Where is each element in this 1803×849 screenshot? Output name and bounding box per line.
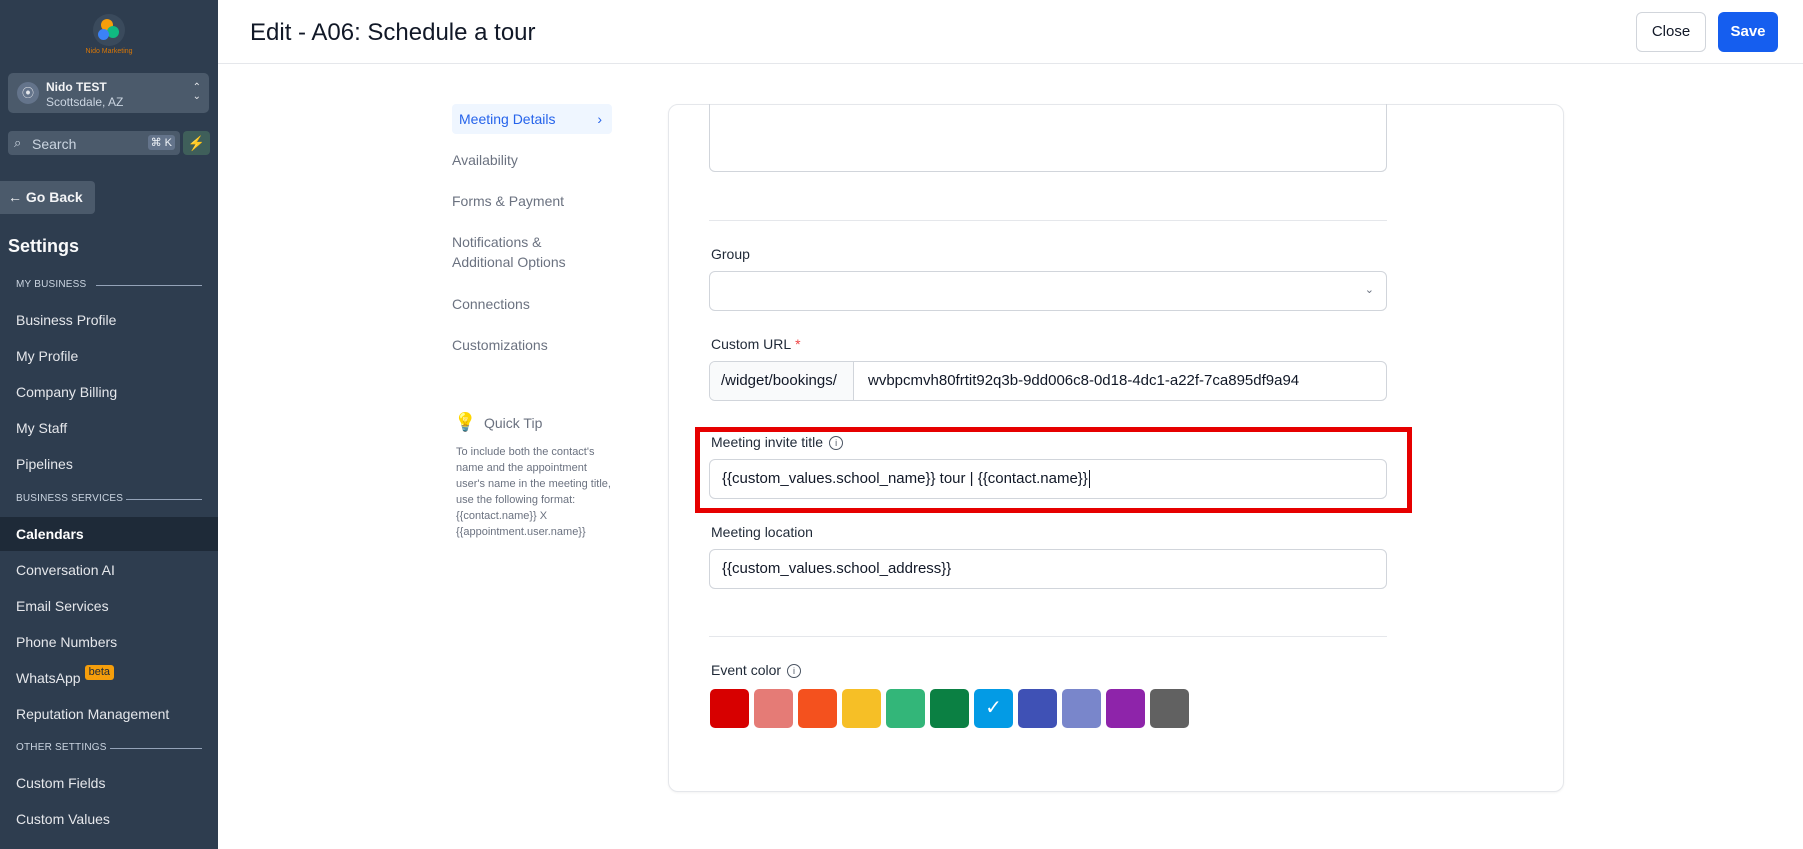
color-swatch[interactable] bbox=[886, 689, 925, 728]
sidebar-item-my-profile[interactable]: My Profile bbox=[0, 339, 218, 373]
section-divider bbox=[126, 499, 202, 500]
custom-url-input[interactable]: wvbpcmvh80frtit92q3b-9dd006c8-0d18-4dc1-… bbox=[868, 362, 1299, 400]
beta-badge: beta bbox=[84, 665, 115, 680]
meeting-invite-title-label: Meeting invite title i bbox=[711, 434, 844, 451]
section-label-my-business: MY BUSINESS bbox=[16, 279, 87, 290]
tab-forms-payment[interactable]: Forms & Payment bbox=[452, 191, 564, 211]
save-button[interactable]: Save bbox=[1718, 12, 1778, 52]
sidebar-item-email-services[interactable]: Email Services bbox=[0, 589, 218, 623]
tab-notifications[interactable]: Notifications & Additional Options bbox=[452, 232, 592, 272]
quick-tip-body: To include both the contact's name and t… bbox=[456, 446, 611, 538]
section-divider bbox=[96, 285, 202, 286]
sidebar-item-whatsapp[interactable]: WhatsApp beta bbox=[0, 661, 218, 695]
event-color-label: Event color i bbox=[711, 662, 802, 679]
search-placeholder: Search bbox=[32, 136, 77, 152]
section-divider bbox=[709, 636, 1387, 637]
required-mark: * bbox=[795, 336, 801, 352]
meeting-location-input[interactable]: {{custom_values.school_address}} bbox=[709, 549, 1387, 589]
quick-actions-bolt-icon[interactable]: ⚡ bbox=[183, 131, 210, 155]
meeting-invite-title-label-text: Meeting invite title bbox=[711, 434, 824, 450]
tab-customizations[interactable]: Customizations bbox=[452, 335, 548, 355]
meeting-location-label: Meeting location bbox=[711, 524, 813, 540]
account-location: Scottsdale, AZ bbox=[46, 95, 124, 109]
chevron-down-icon: ⌄ bbox=[1364, 284, 1374, 296]
group-select[interactable]: ⌄ bbox=[709, 271, 1387, 311]
search-icon: ⌕ bbox=[14, 135, 22, 150]
color-swatch[interactable] bbox=[1150, 689, 1189, 728]
sidebar-item-company-billing[interactable]: Company Billing bbox=[0, 375, 218, 409]
tab-meeting-details[interactable]: Meeting Details › bbox=[452, 104, 612, 134]
section-label-other-settings: OTHER SETTINGS bbox=[16, 742, 107, 753]
color-swatch[interactable] bbox=[1106, 689, 1145, 728]
custom-url-field[interactable]: /widget/bookings/ wvbpcmvh80frtit92q3b-9… bbox=[709, 361, 1387, 401]
group-label: Group bbox=[711, 246, 750, 262]
settings-title: Settings bbox=[8, 236, 80, 256]
event-color-label-text: Event color bbox=[711, 662, 782, 678]
color-swatch[interactable] bbox=[710, 689, 749, 728]
sidebar-item-pipelines[interactable]: Pipelines bbox=[0, 447, 218, 481]
meeting-invite-title-input[interactable]: {{custom_values.school_name}} tour | {{c… bbox=[709, 459, 1387, 499]
color-swatch[interactable] bbox=[842, 689, 881, 728]
color-swatch[interactable]: ✓ bbox=[974, 689, 1013, 728]
color-swatch[interactable] bbox=[754, 689, 793, 728]
page-title: Edit - A06: Schedule a tour bbox=[250, 19, 536, 46]
go-back-button[interactable]: ← Go Back bbox=[0, 181, 95, 214]
custom-url-label-text: Custom URL bbox=[711, 336, 792, 352]
close-button[interactable]: Close bbox=[1636, 12, 1706, 52]
logo-text: Nido Marketing bbox=[85, 48, 133, 55]
arrow-left-icon: ← bbox=[8, 189, 22, 205]
check-icon: ✓ bbox=[985, 697, 1002, 719]
sidebar-item-label: WhatsApp bbox=[16, 670, 81, 686]
company-logo: Nido Marketing bbox=[80, 14, 138, 60]
meeting-invite-title-value: {{custom_values.school_name}} tour | {{c… bbox=[722, 470, 1088, 487]
sidebar-item-phone-numbers[interactable]: Phone Numbers bbox=[0, 625, 218, 659]
sidebar-item-custom-values[interactable]: Custom Values bbox=[0, 802, 218, 836]
sidebar-item-reputation-management[interactable]: Reputation Management bbox=[0, 697, 218, 731]
sidebar-item-business-profile[interactable]: Business Profile bbox=[0, 303, 218, 337]
location-icon: ⦿ bbox=[17, 82, 39, 104]
section-divider bbox=[709, 220, 1387, 221]
info-icon[interactable]: i bbox=[829, 436, 844, 451]
sidebar: Nido Marketing ⦿ Nido TEST Scottsdale, A… bbox=[0, 0, 218, 849]
custom-url-prefix: /widget/bookings/ bbox=[710, 362, 854, 400]
color-swatch[interactable] bbox=[1062, 689, 1101, 728]
page-header: Edit - A06: Schedule a tour Close Save bbox=[218, 0, 1803, 64]
description-textarea[interactable] bbox=[709, 104, 1387, 172]
go-back-label: Go Back bbox=[25, 189, 83, 205]
quick-tip-title: Quick Tip bbox=[484, 415, 543, 431]
chevron-right-icon: › bbox=[597, 111, 602, 127]
color-swatch[interactable] bbox=[930, 689, 969, 728]
section-label-business-services: BUSINESS SERVICES bbox=[16, 493, 124, 504]
custom-url-label: Custom URL * bbox=[711, 336, 801, 352]
sidebar-item-custom-fields[interactable]: Custom Fields bbox=[0, 766, 218, 800]
color-swatch[interactable] bbox=[798, 689, 837, 728]
search-input[interactable]: ⌕ Search ⌘ K bbox=[8, 131, 180, 155]
logo-mark bbox=[93, 14, 125, 46]
text-caret bbox=[1088, 470, 1090, 489]
account-name: Nido TEST bbox=[46, 80, 107, 94]
section-divider bbox=[110, 748, 202, 749]
sidebar-item-my-staff[interactable]: My Staff bbox=[0, 411, 218, 445]
search-shortcut: ⌘ K bbox=[147, 135, 175, 150]
lightbulb-icon: 💡 bbox=[454, 412, 477, 432]
tab-connections[interactable]: Connections bbox=[452, 294, 530, 314]
tab-label: Meeting Details bbox=[459, 111, 556, 127]
account-switcher[interactable]: ⦿ Nido TEST Scottsdale, AZ ⌃ ⌄ bbox=[8, 73, 209, 113]
info-icon[interactable]: i bbox=[787, 664, 802, 679]
color-swatch[interactable] bbox=[1018, 689, 1057, 728]
chevron-up-down-icon: ⌃ ⌄ bbox=[192, 82, 201, 102]
sidebar-item-calendars[interactable]: Calendars bbox=[0, 517, 218, 551]
sidebar-item-conversation-ai[interactable]: Conversation AI bbox=[0, 553, 218, 587]
tab-availability[interactable]: Availability bbox=[452, 150, 518, 170]
